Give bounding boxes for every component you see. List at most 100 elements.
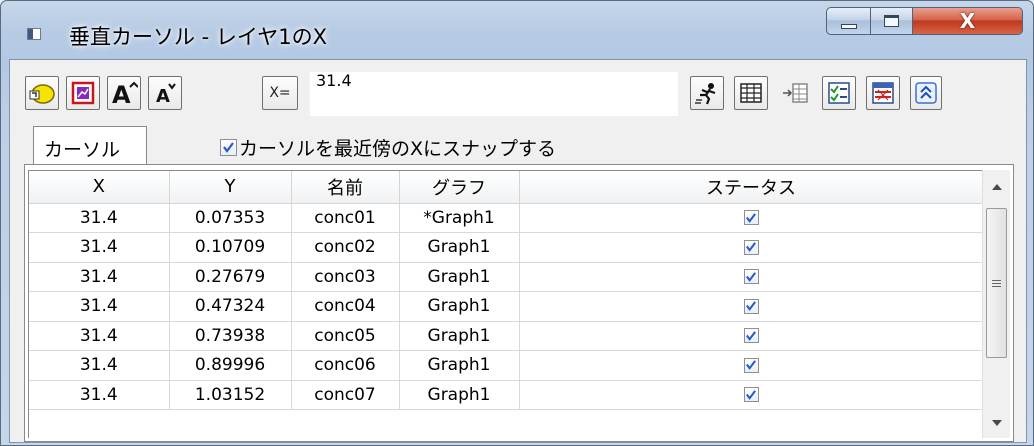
cell-name[interactable]: conc03 <box>291 262 400 292</box>
cell-name[interactable]: conc02 <box>291 232 400 263</box>
cursor-hand-button[interactable] <box>25 76 59 110</box>
status-checkbox[interactable] <box>743 357 759 373</box>
scroll-thumb[interactable] <box>986 208 1007 358</box>
checkmark-icon <box>746 212 756 223</box>
cell-name[interactable]: conc07 <box>291 380 400 410</box>
cell-y[interactable]: 1.03152 <box>169 380 292 410</box>
column-header-name[interactable]: 名前 <box>291 171 400 204</box>
cell-x[interactable]: 31.4 <box>29 380 170 410</box>
table-row[interactable]: 31.4 0.73938 conc05 Graph1 <box>29 321 982 351</box>
export-table-button[interactable] <box>866 76 900 110</box>
collapse-up-button[interactable] <box>910 76 942 110</box>
table-row[interactable]: 31.4 0.27679 conc03 Graph1 <box>29 262 982 292</box>
cell-status <box>519 380 982 410</box>
title-bar[interactable]: 垂直カーソル - レイヤ1のX X <box>1 1 1033 59</box>
cell-graph[interactable]: Graph1 <box>399 291 520 322</box>
table-row[interactable]: 31.4 0.07353 conc01 *Graph1 <box>29 203 982 233</box>
cell-y[interactable]: 0.27679 <box>169 262 292 292</box>
checkmark-icon <box>223 142 234 153</box>
x-equals-button[interactable]: X= <box>262 76 298 110</box>
status-checkbox[interactable] <box>743 298 759 314</box>
table-row[interactable]: 31.4 0.10709 conc02 Graph1 <box>29 232 982 263</box>
checkmark-icon <box>746 271 756 282</box>
column-header-status[interactable]: ステータス <box>519 171 982 204</box>
snap-checkbox[interactable] <box>220 139 237 156</box>
x-equals-icon: X= <box>269 85 291 101</box>
cell-x[interactable]: 31.4 <box>29 262 170 292</box>
cell-name[interactable]: conc04 <box>291 291 400 322</box>
decrease-font-button[interactable]: A <box>148 76 182 110</box>
cell-name[interactable]: conc05 <box>291 321 400 351</box>
export-table-icon <box>872 82 894 104</box>
cell-graph[interactable]: Graph1 <box>399 350 520 381</box>
cell-y[interactable]: 0.73938 <box>169 321 292 351</box>
window-icon[interactable] <box>27 28 41 40</box>
svg-text:A: A <box>112 81 131 106</box>
cell-x[interactable]: 31.4 <box>29 291 170 322</box>
client-area: A A X= 31.4 カーソル カーソルを最近傍のXにスナップする X Y 名… <box>9 59 1027 443</box>
delete-plot-button[interactable] <box>66 76 100 110</box>
cell-status <box>519 203 982 233</box>
status-checkbox[interactable] <box>743 269 759 285</box>
runner-icon <box>695 83 716 105</box>
table-columns-button[interactable] <box>734 76 768 110</box>
checkmark-icon <box>746 330 756 341</box>
grip-icon <box>992 279 1001 287</box>
decrease-font-icon: A <box>156 83 176 106</box>
increase-font-icon: A <box>112 81 138 106</box>
cell-status <box>519 262 982 292</box>
scroll-up-icon[interactable] <box>992 184 1002 190</box>
minimize-icon <box>840 23 857 29</box>
cell-status <box>519 321 982 351</box>
checkmark-icon <box>746 389 756 400</box>
cell-x[interactable]: 31.4 <box>29 203 170 233</box>
tab-cursor[interactable]: カーソル <box>33 126 147 164</box>
close-icon: X <box>959 9 976 33</box>
cell-x[interactable]: 31.4 <box>29 321 170 351</box>
column-header-graph[interactable]: グラフ <box>399 171 520 204</box>
column-header-y[interactable]: Y <box>169 171 292 204</box>
scroll-down-icon[interactable] <box>992 420 1002 426</box>
snap-label: カーソルを最近傍のXにスナップする <box>239 138 557 160</box>
cell-y[interactable]: 0.89996 <box>169 350 292 381</box>
add-to-worksheet-button[interactable] <box>778 76 812 110</box>
window-title: 垂直カーソル - レイヤ1のX <box>69 25 328 49</box>
cell-x[interactable]: 31.4 <box>29 350 170 381</box>
maximize-button[interactable] <box>871 7 913 35</box>
snap-option[interactable]: カーソルを最近傍のXにスナップする <box>220 134 556 161</box>
cell-y[interactable]: 0.47324 <box>169 291 292 322</box>
minimize-button[interactable] <box>826 7 871 35</box>
status-checkbox[interactable] <box>743 210 759 226</box>
table-row[interactable]: 31.4 0.89996 conc06 Graph1 <box>29 350 982 381</box>
table-header-row: X Y 名前 グラフ ステータス <box>29 171 982 204</box>
table-row[interactable]: 31.4 0.47324 conc04 Graph1 <box>29 291 982 322</box>
maximize-icon <box>884 15 899 27</box>
checkmark-icon <box>746 301 756 312</box>
cell-graph[interactable]: Graph1 <box>399 321 520 351</box>
x-value-input[interactable] <box>310 72 678 116</box>
delete-plot-icon <box>71 81 95 105</box>
status-checkbox[interactable] <box>743 328 759 344</box>
add-to-worksheet-icon <box>783 83 808 103</box>
status-checkbox[interactable] <box>743 239 759 255</box>
cell-graph[interactable]: Graph1 <box>399 232 520 263</box>
cell-y[interactable]: 0.10709 <box>169 232 292 263</box>
checklist-button[interactable] <box>822 76 856 110</box>
x-value-text: 31.4 <box>316 71 352 90</box>
cell-graph[interactable]: *Graph1 <box>399 203 520 233</box>
cell-name[interactable]: conc01 <box>291 203 400 233</box>
runner-button[interactable] <box>690 76 724 110</box>
cell-name[interactable]: conc06 <box>291 350 400 381</box>
cell-graph[interactable]: Graph1 <box>399 380 520 410</box>
checklist-icon <box>828 82 850 104</box>
cursor-window: 垂直カーソル - レイヤ1のX X A A X= 31.4 カーソル カーソルを… <box>0 0 1034 446</box>
column-header-x[interactable]: X <box>29 171 170 204</box>
cell-x[interactable]: 31.4 <box>29 232 170 263</box>
close-button[interactable]: X <box>913 7 1023 35</box>
status-checkbox[interactable] <box>743 387 759 403</box>
cell-graph[interactable]: Graph1 <box>399 262 520 292</box>
table-row[interactable]: 31.4 1.03152 conc07 Graph1 <box>29 380 982 410</box>
vertical-scrollbar[interactable] <box>982 170 1010 438</box>
increase-font-button[interactable]: A <box>107 76 141 110</box>
cell-y[interactable]: 0.07353 <box>169 203 292 233</box>
